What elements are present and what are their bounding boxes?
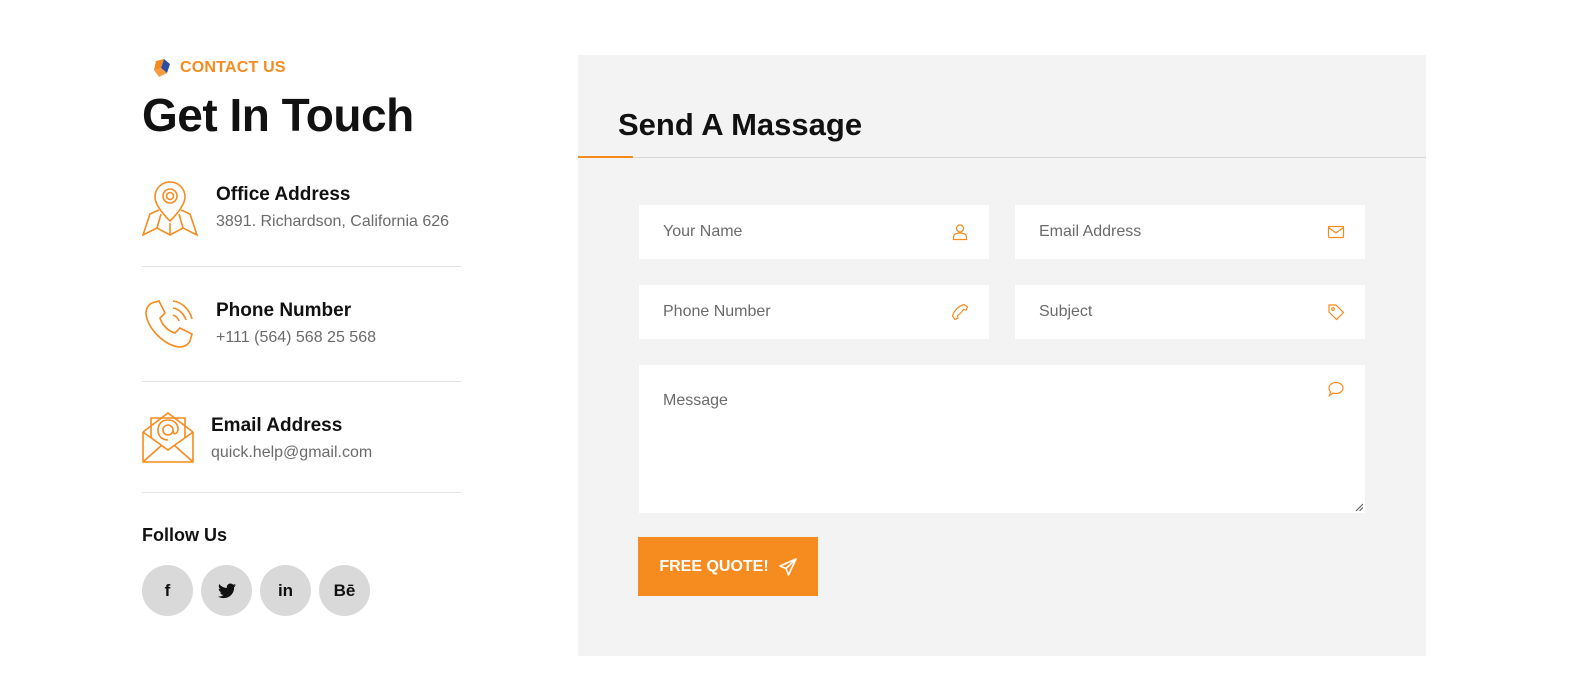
phone-value: +111 (564) 568 25 568 <box>216 329 376 346</box>
submit-label: FREE QUOTE! <box>659 557 769 575</box>
user-icon <box>952 224 968 241</box>
behance-button[interactable]: Bē <box>319 565 370 616</box>
phone-placeholder: Phone Number <box>663 303 771 320</box>
contact-form-panel: Send A Massage Your Name Email Address P… <box>578 55 1426 656</box>
form-title: Send A Massage <box>618 107 863 142</box>
resize-handle-icon[interactable] <box>1355 503 1363 511</box>
section-eyebrow: CONTACT US <box>152 58 286 78</box>
envelope-icon <box>142 412 194 463</box>
phone-icon <box>145 300 193 348</box>
message-placeholder: Message <box>663 392 728 409</box>
brand-logo-icon <box>154 59 170 77</box>
divider <box>142 492 461 493</box>
title-divider <box>578 157 1426 158</box>
free-quote-button[interactable]: FREE QUOTE! <box>638 537 818 596</box>
subject-placeholder: Subject <box>1039 303 1093 320</box>
divider <box>142 381 461 382</box>
follow-us-title: Follow Us <box>142 525 227 545</box>
phone-title: Phone Number <box>216 300 352 321</box>
divider <box>142 266 461 267</box>
subject-field[interactable]: Subject <box>1015 285 1365 339</box>
social-links: f in Bē <box>142 565 370 616</box>
chat-bubble-icon <box>1328 381 1344 397</box>
eyebrow-label: CONTACT US <box>180 59 286 76</box>
office-address-item: Office Address 3891. Richardson, Califor… <box>142 180 461 240</box>
facebook-button[interactable]: f <box>142 565 193 616</box>
tag-icon <box>1328 304 1345 321</box>
facebook-icon: f <box>164 580 171 600</box>
phone-field[interactable]: Phone Number <box>639 285 989 339</box>
email-item: Email Address quick.help@gmail.com <box>142 412 461 464</box>
email-placeholder: Email Address <box>1039 223 1142 240</box>
message-field[interactable]: Message <box>639 365 1365 513</box>
paper-plane-icon <box>778 557 797 576</box>
phone-small-icon <box>951 303 969 321</box>
twitter-icon <box>217 583 236 598</box>
email-field[interactable]: Email Address <box>1015 205 1365 259</box>
map-pin-icon <box>142 181 198 237</box>
linkedin-icon: in <box>277 580 294 600</box>
mail-icon <box>1327 225 1345 239</box>
page-title: Get In Touch <box>142 89 414 141</box>
name-placeholder: Your Name <box>663 223 743 240</box>
phone-item: Phone Number +111 (564) 568 25 568 <box>142 297 461 353</box>
title-divider-accent <box>578 156 633 158</box>
office-address-title: Office Address <box>216 184 351 205</box>
email-title: Email Address <box>211 415 343 436</box>
email-value: quick.help@gmail.com <box>211 444 373 461</box>
behance-icon: Bē <box>333 580 356 600</box>
linkedin-button[interactable]: in <box>260 565 311 616</box>
name-field[interactable]: Your Name <box>639 205 989 259</box>
office-address-value: 3891. Richardson, California 626 <box>216 213 450 230</box>
twitter-button[interactable] <box>201 565 252 616</box>
